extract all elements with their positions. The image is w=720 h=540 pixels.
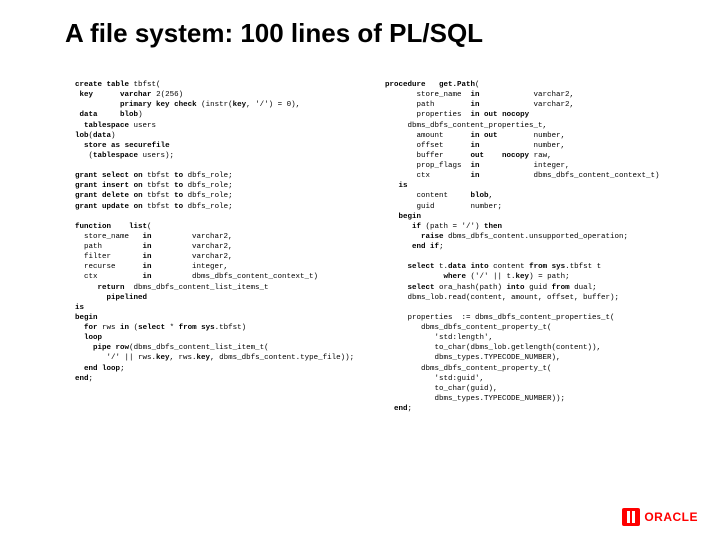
- code-block: create table tbfst( key varchar 2(256) p…: [75, 80, 690, 510]
- oracle-logo-text: ORACLE: [644, 510, 698, 524]
- code-column-left: create table tbfst( key varchar 2(256) p…: [75, 80, 375, 510]
- slide-title: A file system: 100 lines of PL/SQL: [0, 0, 720, 49]
- oracle-logo: ORACLE: [622, 508, 698, 526]
- oracle-logo-mark: [622, 508, 640, 526]
- code-column-right: procedure get.Path( store_name in varcha…: [375, 80, 690, 510]
